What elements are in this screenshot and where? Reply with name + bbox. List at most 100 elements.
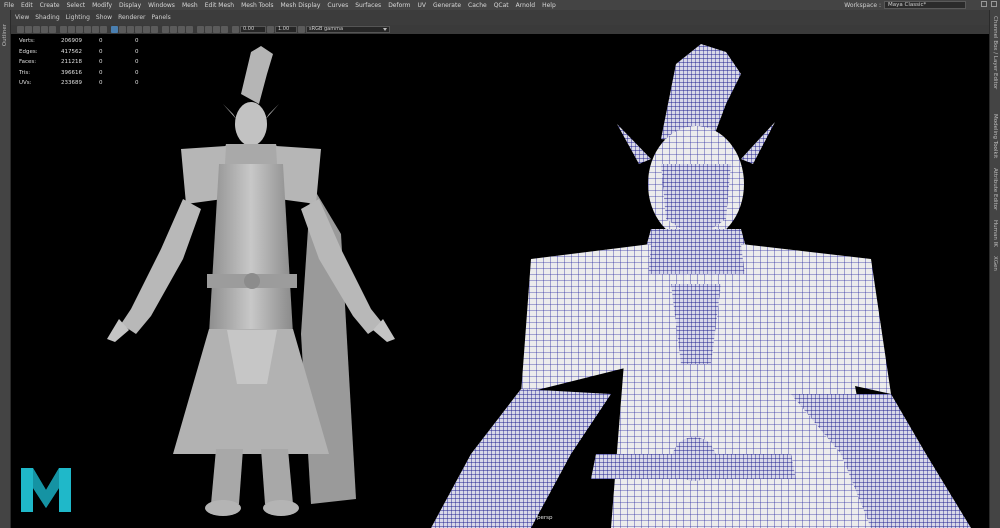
menu-cache[interactable]: Cache [468,2,487,9]
gate-mask-icon[interactable] [76,26,83,33]
textured-icon[interactable] [135,26,142,33]
menu-edit-mesh[interactable]: Edit Mesh [205,2,234,9]
tab-attribute-editor[interactable]: Attribute Editor [992,168,998,210]
grid-icon[interactable] [49,26,56,33]
menu-select[interactable]: Select [67,2,86,9]
menu-mesh-tools[interactable]: Mesh Tools [241,2,273,9]
outliner-label[interactable]: Outliner [2,24,8,46]
safe-action-icon[interactable] [92,26,99,33]
camera-icon[interactable] [17,26,24,33]
window-controls [981,1,997,7]
xray-icon[interactable] [205,26,212,33]
menu-display[interactable]: Display [119,2,141,9]
tab-xgen[interactable]: XGen [992,256,998,271]
restore-icon[interactable] [981,1,987,7]
shaded-character-mesh[interactable] [107,46,395,516]
menu-file[interactable]: File [4,2,14,9]
hud-row-edges: Edges: 417562 0 0 [19,47,155,58]
vp-menu-show[interactable]: Show [96,14,112,21]
menu-modify[interactable]: Modify [92,2,112,9]
hud-value: 206909 [61,38,82,45]
smooth-shade-icon[interactable] [119,26,126,33]
backface-culling-icon[interactable] [221,26,228,33]
tab-modeling-toolkit[interactable]: Modeling Toolkit [992,114,998,158]
menu-help[interactable]: Help [542,2,556,9]
hud-value: 0 [99,38,103,45]
hud-value: 0 [135,48,139,55]
workspace-dropdown[interactable]: Maya Classic* [884,1,966,9]
resolution-gate-icon[interactable] [68,26,75,33]
menu-qcat[interactable]: QCat [494,2,509,9]
menu-generate[interactable]: Generate [433,2,461,9]
hud-value: 417562 [61,48,82,55]
camera-attributes-icon[interactable] [25,26,32,33]
menu-curves[interactable]: Curves [327,2,348,9]
exposure-input[interactable]: 0.00 [240,26,266,33]
isolate-select-icon[interactable] [197,26,204,33]
hud-value: 0 [135,38,139,45]
image-plane-icon[interactable] [41,26,48,33]
maya-logo-icon [21,468,71,512]
hud-value: 396616 [61,69,82,76]
toolbar-divider [57,26,59,33]
tab-channel-box[interactable]: Channel Box / Layer Editor [992,16,998,89]
hud-row-verts: Verts: 206909 0 0 [19,36,155,47]
vp-menu-renderer[interactable]: Renderer [118,14,145,21]
menu-edit[interactable]: Edit [21,2,33,9]
hud-value: 0 [135,69,139,76]
persp-viewport[interactable]: Verts: 206909 0 0 Edges: 417562 0 0 Face… [11,34,989,528]
toolbar-divider [229,26,231,33]
menu-mesh-display[interactable]: Mesh Display [281,2,321,9]
lights-icon[interactable] [143,26,150,33]
safe-title-icon[interactable] [100,26,107,33]
bookmark-icon[interactable] [33,26,40,33]
menu-uv[interactable]: UV [418,2,427,9]
outliner-strip[interactable]: Outliner [0,10,11,528]
screen-space-ao-icon[interactable] [162,26,169,33]
menu-surfaces[interactable]: Surfaces [355,2,381,9]
menu-windows[interactable]: Windows [148,2,175,9]
viewport-toolbar: 0.00 1.00 sRGB gamma [11,25,989,34]
vp-menu-lighting[interactable]: Lighting [66,14,90,21]
hud-label: UVs: [19,80,32,87]
gamma-input[interactable]: 1.00 [275,26,297,33]
hud-value: 0 [99,69,103,76]
exposure-icon [232,26,239,33]
menu-mesh[interactable]: Mesh [182,2,198,9]
toolbar-divider [108,26,110,33]
anti-aliasing-icon[interactable] [178,26,185,33]
depth-of-field-icon[interactable] [186,26,193,33]
hud-label: Verts: [19,38,35,45]
workspace-label: Workspace : [844,1,881,9]
tab-human-ik[interactable]: Human IK [992,220,998,247]
shadows-icon[interactable] [151,26,158,33]
motion-blur-icon[interactable] [170,26,177,33]
vp-menu-view[interactable]: View [15,14,29,21]
hud-value: 0 [99,80,103,87]
film-gate-icon[interactable] [60,26,67,33]
wireframe-icon[interactable] [111,26,118,33]
hud-label: Faces: [19,59,37,66]
hud-row-uvs: UVs: 233689 0 0 [19,78,155,89]
field-chart-icon[interactable] [84,26,91,33]
xray-joints-icon[interactable] [213,26,220,33]
view-transform-select[interactable]: sRGB gamma [306,26,390,33]
maximize-icon[interactable] [991,1,997,7]
right-dock-strip: Channel Box / Layer Editor Modeling Tool… [989,10,1000,528]
scene-canvas [107,44,971,528]
hud-value: 0 [99,59,103,66]
toolbar-divider [159,26,161,33]
vp-menu-shading[interactable]: Shading [35,14,59,21]
color-management-icon[interactable] [298,26,305,33]
menu-deform[interactable]: Deform [388,2,410,9]
wireframe-character-mesh[interactable] [431,44,971,528]
default-material-icon[interactable] [127,26,134,33]
hud-value: 211218 [61,59,82,66]
toolbar-divider [194,26,196,33]
poly-count-hud: Verts: 206909 0 0 Edges: 417562 0 0 Face… [19,36,155,89]
hud-row-faces: Faces: 211218 0 0 [19,57,155,68]
menu-arnold[interactable]: Arnold [516,2,535,9]
hud-row-tris: Tris: 396616 0 0 [19,68,155,79]
vp-menu-panels[interactable]: Panels [151,14,170,21]
menu-create[interactable]: Create [40,2,60,9]
